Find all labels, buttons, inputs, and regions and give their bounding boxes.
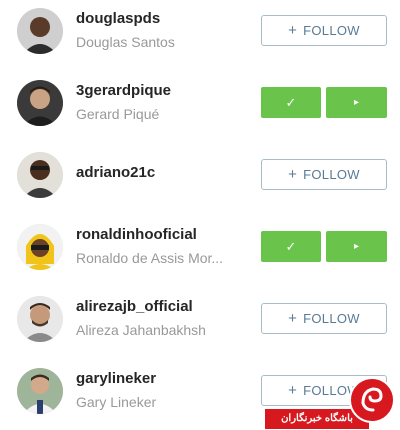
follow-button[interactable]: + FOLLOW <box>261 15 387 46</box>
play-arrow-icon: ▸ <box>353 97 360 108</box>
plus-icon: + <box>288 166 298 183</box>
avatar[interactable] <box>17 296 63 342</box>
following-button[interactable]: ✓ <box>261 231 321 262</box>
username[interactable]: 3gerardpique <box>76 82 171 99</box>
avatar-photo-icon <box>17 368 63 414</box>
full-name: Gary Lineker <box>76 394 157 410</box>
username[interactable]: adriano21c <box>76 164 155 181</box>
more-options-button[interactable]: ▸ <box>326 87 387 118</box>
full-name: Ronaldo de Assis Mor... <box>76 250 224 266</box>
full-name: Alireza Jahanbakhsh <box>76 322 206 338</box>
avatar[interactable] <box>17 80 63 126</box>
follow-button[interactable]: + FOLLOW <box>261 303 387 334</box>
account-row-douglaspds[interactable]: douglaspds Douglas Santos + FOLLOW <box>0 0 400 64</box>
check-icon: ✓ <box>285 239 297 254</box>
follow-label: FOLLOW <box>303 23 360 38</box>
account-row-adriano21c[interactable]: adriano21c + FOLLOW <box>0 144 400 208</box>
username[interactable]: ronaldinhooficial <box>76 226 197 243</box>
account-row-ronaldinhooficial[interactable]: ronaldinhooficial Ronaldo de Assis Mor..… <box>0 216 400 280</box>
avatar-photo-icon <box>17 152 63 198</box>
plus-icon: + <box>288 22 298 39</box>
username[interactable]: alirezajb_official <box>76 298 193 315</box>
news-agency-logo-icon <box>349 377 395 423</box>
avatar-photo-icon <box>17 80 63 126</box>
play-arrow-icon: ▸ <box>353 241 360 252</box>
check-icon: ✓ <box>285 95 297 110</box>
full-name: Gerard Piqué <box>76 106 160 122</box>
avatar[interactable] <box>17 8 63 54</box>
avatar[interactable] <box>17 224 63 270</box>
follow-label: FOLLOW <box>303 311 360 326</box>
account-row-3gerardpique[interactable]: 3gerardpique Gerard Piqué ✓ ▸ <box>0 72 400 136</box>
follow-button[interactable]: + FOLLOW <box>261 159 387 190</box>
avatar[interactable] <box>17 152 63 198</box>
avatar-photo-icon <box>17 296 63 342</box>
username[interactable]: garylineker <box>76 370 156 387</box>
account-row-alirezajb_official[interactable]: alirezajb_official Alireza Jahanbakhsh +… <box>0 288 400 352</box>
full-name: Douglas Santos <box>76 34 175 50</box>
avatar-photo-icon <box>17 8 63 54</box>
watermark: باشگاه خبرنگاران <box>265 373 400 430</box>
following-button[interactable]: ✓ <box>261 87 321 118</box>
avatar[interactable] <box>17 368 63 414</box>
follow-label: FOLLOW <box>303 167 360 182</box>
plus-icon: + <box>288 310 298 327</box>
more-options-button[interactable]: ▸ <box>326 231 387 262</box>
avatar-photo-icon <box>17 224 63 270</box>
username[interactable]: douglaspds <box>76 10 160 27</box>
